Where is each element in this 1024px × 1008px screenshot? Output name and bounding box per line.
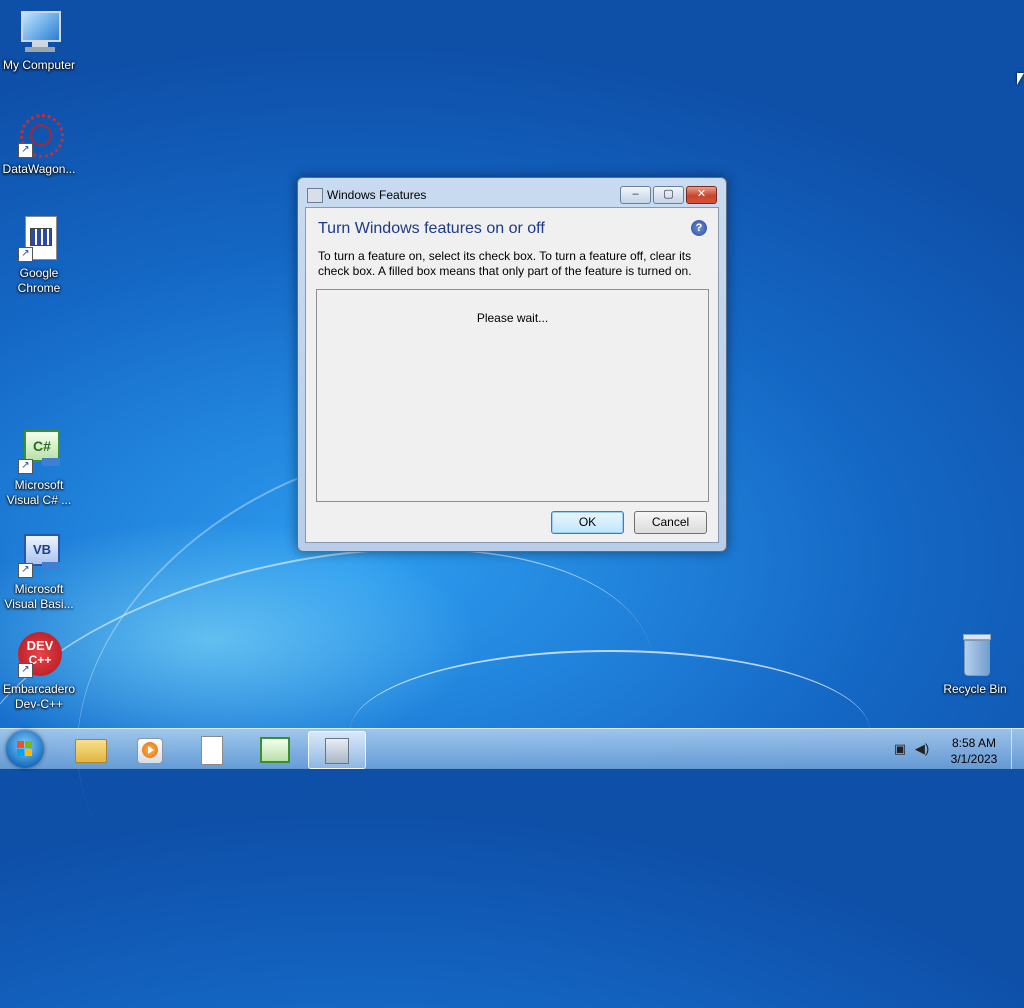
windows-features-dialog[interactable]: Windows Features ‒ ▢ ✕ Turn Windows feat… (297, 177, 727, 552)
maximize-button[interactable]: ▢ (653, 186, 684, 204)
clock-date: 3/1/2023 (950, 752, 998, 766)
shortcut-arrow-icon: ↗ (18, 663, 33, 678)
desktop-icon-label: DataWagon... (2, 162, 76, 176)
loading-status: Please wait... (476, 311, 549, 325)
shortcut-arrow-icon: ↗ (18, 459, 33, 474)
taskbar-windows-features[interactable] (308, 731, 366, 769)
dialog-heading: Turn Windows features on or off (318, 220, 545, 237)
help-icon[interactable]: ? (691, 220, 707, 236)
wallpaper-swoosh (0, 490, 687, 962)
desktop-icon-label: Embarcadero Dev-C++ (2, 682, 76, 711)
desktop-icon-label: Microsoft Visual C# ... (6, 478, 72, 507)
desktop-icon-label: Google Chrome (17, 266, 61, 295)
windows-logo-icon (17, 741, 33, 757)
visual-csharp-icon (260, 737, 290, 763)
network-icon[interactable]: ▣ (892, 742, 908, 756)
taskbar-media-player[interactable] (122, 731, 178, 767)
devcpp-icon: DEV C++ ↗ (16, 632, 62, 678)
taskbar-document[interactable] (184, 731, 240, 767)
show-desktop-button[interactable] (1011, 729, 1024, 769)
minimize-button[interactable]: ‒ (620, 186, 651, 204)
dialog-title: Windows Features (327, 188, 427, 202)
desktop-icon-my-computer[interactable]: My Computer (0, 8, 78, 73)
media-player-icon (137, 738, 163, 764)
explorer-icon (75, 739, 107, 763)
taskbar: ▣ ◀) 8:58 AM 3/1/2023 (0, 728, 1024, 769)
desktop-icon-label: Recycle Bin (943, 682, 1007, 696)
ok-button[interactable]: OK (551, 511, 624, 534)
desktop-icon-label: Microsoft Visual Basi... (4, 582, 74, 611)
cancel-button[interactable]: Cancel (634, 511, 707, 534)
desktop-icon-google-chrome[interactable]: ↗ Google Chrome (0, 216, 78, 296)
dialog-titlebar[interactable]: Windows Features ‒ ▢ ✕ (298, 178, 726, 208)
desktop-icon-label: My Computer (2, 58, 76, 72)
clock-time: 8:58 AM (951, 736, 997, 750)
devcpp-glyph-top: DEV (26, 638, 54, 653)
features-tree[interactable]: Please wait... (316, 289, 709, 502)
system-clock[interactable]: 8:58 AM 3/1/2023 (944, 735, 1004, 767)
visual-csharp-icon: C# ↗ (16, 428, 62, 474)
windows-features-icon (307, 188, 323, 203)
start-button[interactable] (6, 730, 44, 768)
desktop-icon-recycle-bin[interactable]: Recycle Bin (936, 632, 1014, 697)
shortcut-arrow-icon: ↗ (18, 563, 33, 578)
recycle-bin-icon (952, 632, 998, 678)
chrome-shortcut-icon: ↗ (16, 216, 62, 262)
close-button[interactable]: ✕ (686, 186, 717, 204)
shortcut-arrow-icon: ↗ (18, 143, 33, 158)
document-icon (201, 736, 223, 765)
windows-features-icon (325, 738, 349, 764)
mouse-cursor-icon (1017, 73, 1024, 85)
shortcut-arrow-icon: ↗ (18, 247, 33, 262)
taskbar-visual-csharp[interactable] (246, 731, 302, 767)
desktop-icon-devcpp[interactable]: DEV C++ ↗ Embarcadero Dev-C++ (0, 632, 78, 712)
computer-icon (16, 8, 62, 54)
dialog-client-area: Turn Windows features on or off ? To tur… (305, 207, 719, 543)
desktop-icon-visual-csharp[interactable]: C# ↗ Microsoft Visual C# ... (0, 428, 78, 508)
taskbar-explorer[interactable] (62, 731, 118, 767)
volume-icon[interactable]: ◀) (914, 742, 930, 756)
dialog-description: To turn a feature on, select its check b… (318, 249, 692, 278)
visual-basic-icon: VB ↗ (16, 532, 62, 578)
desktop-icon-visual-basic[interactable]: VB ↗ Microsoft Visual Basi... (0, 532, 78, 612)
desktop-icon-datawagon[interactable]: ↗ DataWagon... (0, 112, 78, 177)
datawagon-icon: ↗ (16, 112, 64, 158)
